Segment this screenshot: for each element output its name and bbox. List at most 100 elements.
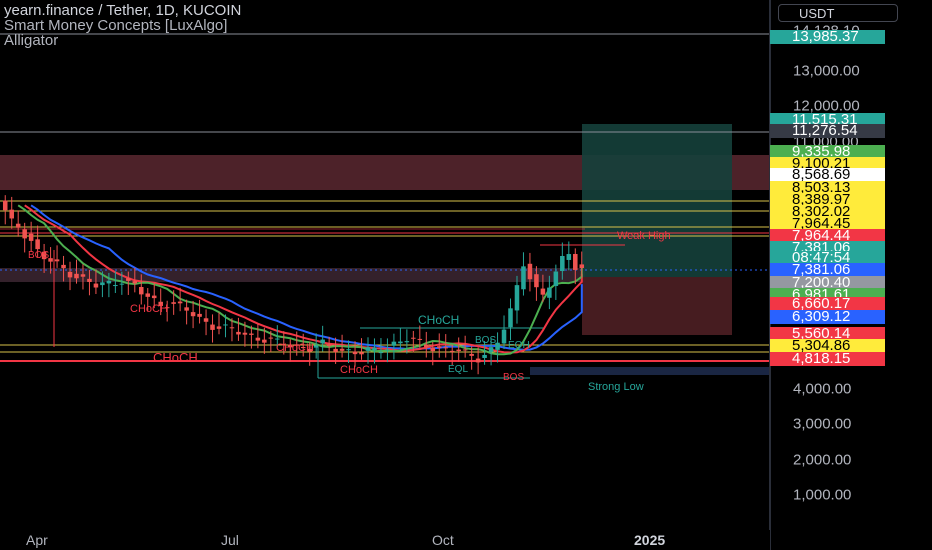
price-tick: 2,000.00 [793, 451, 852, 469]
candle-body [430, 347, 436, 352]
candle-body [54, 259, 60, 262]
price-label: 13,985.37 [770, 29, 885, 44]
choch-label-small2: CHoCH [276, 342, 314, 354]
candle-body [320, 339, 325, 344]
discount-zone [530, 367, 770, 375]
candle-body [508, 308, 513, 328]
candle-body [132, 281, 138, 284]
candle-body [67, 271, 73, 278]
candle-body [236, 331, 241, 335]
bos-label-1: BOS [28, 250, 50, 261]
candle-body [184, 307, 189, 311]
candle-body [534, 274, 539, 288]
candle-body [560, 255, 565, 272]
candle-body [404, 341, 410, 343]
candle-body [171, 302, 176, 304]
candle-body [80, 274, 86, 277]
candle-body [87, 278, 92, 282]
candle-body [365, 347, 371, 351]
candle-body [190, 312, 196, 317]
candle-body [93, 283, 99, 288]
candle-body [488, 347, 494, 352]
candle-body [333, 348, 338, 353]
candle-body [113, 285, 118, 287]
candle-body [249, 333, 254, 335]
strong-low-label: Strong Low [588, 381, 644, 393]
candle-body [391, 341, 397, 346]
candle-body [2, 200, 8, 211]
price-tick: 3,000.00 [793, 415, 852, 433]
time-tick-oct: Oct [432, 532, 454, 548]
candle-body [339, 348, 345, 351]
stop-zone [582, 277, 732, 335]
time-tick-apr: Apr [26, 532, 48, 548]
candle-body [411, 337, 416, 339]
candle-body [566, 254, 572, 260]
price-label: 4,818.15 [770, 351, 885, 366]
candle-body [372, 347, 377, 351]
bos-label-3: BOS [503, 372, 525, 383]
candle-body [378, 352, 384, 354]
candle-body [262, 339, 267, 343]
candle-body [275, 338, 280, 340]
candle-body [313, 345, 319, 348]
candle-body [210, 324, 215, 330]
candle-body [15, 223, 21, 228]
candle-body [462, 349, 468, 351]
candle-body [475, 358, 481, 363]
candle-body [359, 352, 364, 355]
candle-body [268, 337, 274, 339]
weak-high-label: Weak High [617, 230, 671, 242]
candle-body [398, 341, 403, 344]
candle-body [22, 229, 27, 239]
candle-body [547, 287, 552, 298]
candle-body [35, 239, 40, 250]
candle-body [579, 264, 585, 269]
price-tick: 4,000.00 [793, 380, 852, 398]
candle-body [385, 349, 390, 351]
price-label: 6,309.12 [770, 309, 885, 324]
candle-body [197, 313, 202, 317]
candle-body [9, 209, 14, 219]
candle-body [449, 350, 455, 352]
candle-body [203, 318, 209, 322]
candle-body [514, 285, 520, 311]
candle-body [436, 346, 442, 348]
candle-body [139, 286, 144, 295]
candle-body [229, 327, 235, 329]
candle-body [540, 288, 546, 295]
currency-button[interactable]: USDT [778, 4, 898, 22]
time-tick-2025: 2025 [634, 532, 666, 548]
choch-label-main: CHoCH [153, 350, 198, 365]
candle-body [28, 233, 34, 241]
candle-body [443, 347, 448, 349]
candle-body [255, 337, 261, 341]
price-tick: 13,000.00 [793, 62, 860, 80]
candle-body [151, 295, 157, 299]
candle-body [573, 253, 578, 270]
candle-body [553, 271, 559, 286]
candle-body [346, 349, 351, 351]
candle-body [145, 293, 151, 297]
bos-label-2: BOS [475, 335, 497, 346]
candle-body [417, 338, 423, 340]
price-chart[interactable] [0, 0, 770, 530]
candle-body [216, 326, 222, 329]
candle-body [106, 280, 112, 284]
candle-body [223, 324, 228, 326]
price-tick: 1,000.00 [793, 486, 852, 504]
candle-body [456, 349, 461, 351]
price-label: 11,276.54 [770, 123, 885, 138]
candle-body [177, 301, 183, 304]
candle-body [126, 278, 131, 281]
choch-label-small1: CHoCH [130, 303, 168, 315]
candle-body [119, 283, 125, 285]
candle-body [527, 263, 533, 280]
candle-body [424, 344, 429, 348]
candle-body [326, 344, 332, 347]
eql-label: EQL [448, 364, 469, 375]
candle-body [100, 282, 105, 286]
candle-body [469, 353, 474, 356]
indicator-alligator[interactable]: Alligator [4, 33, 58, 49]
candle-body [501, 329, 507, 344]
